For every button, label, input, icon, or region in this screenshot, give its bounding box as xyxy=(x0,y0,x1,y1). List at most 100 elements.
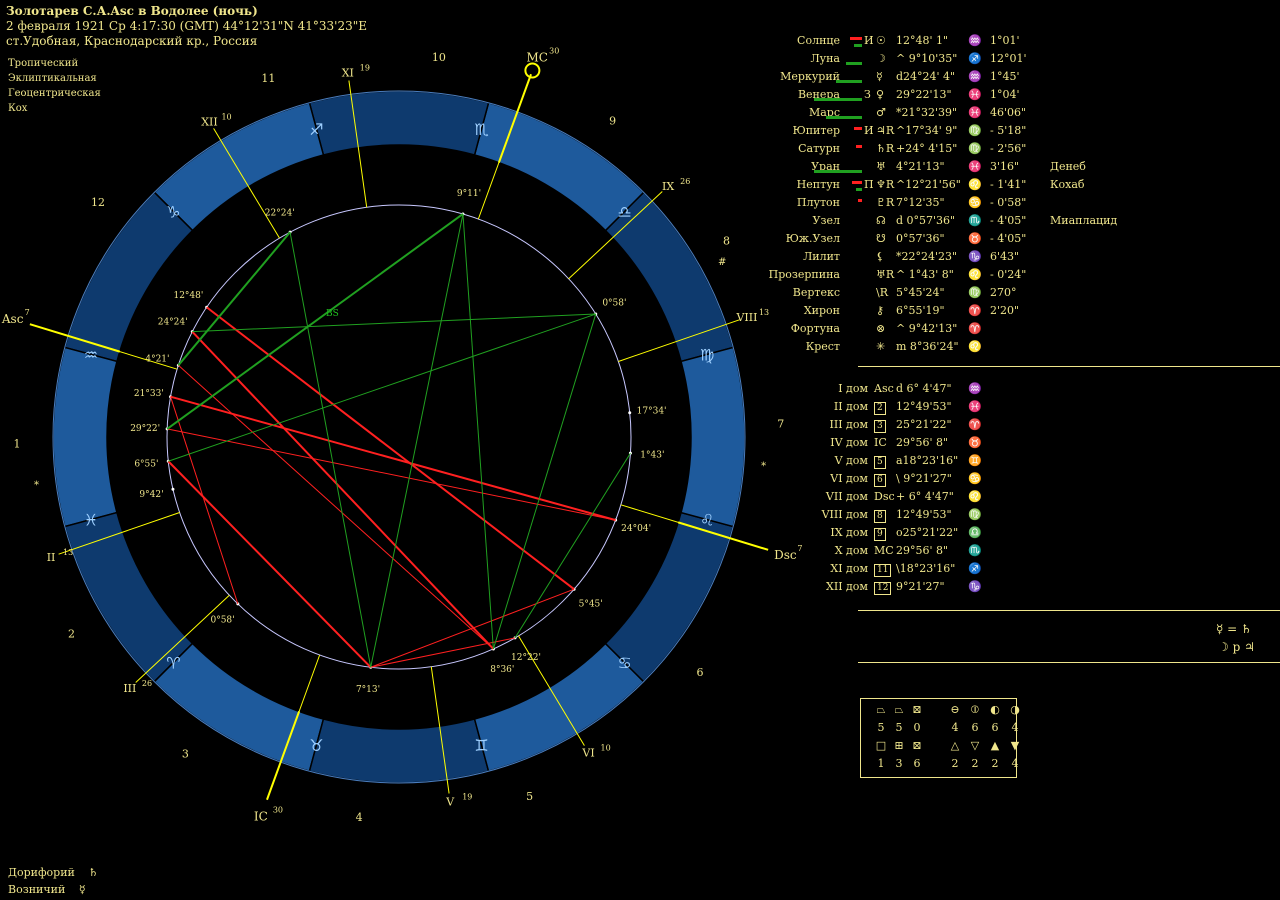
planet-flag: П xyxy=(864,178,874,191)
planet-flag: И xyxy=(864,124,874,137)
house-row[interactable]: III дом 3 25°21'22" ♈ xyxy=(700,418,1000,436)
house-row[interactable]: I дом Asc d 6° 4'47" ♒ xyxy=(700,382,1000,400)
double-trapezoid-icon: ⏢ xyxy=(894,703,904,716)
zodiac-sector xyxy=(308,718,490,784)
divider-line xyxy=(858,662,1280,663)
fixed-star: Денеб xyxy=(1050,160,1086,173)
house-cusp-position: + 6° 4'47" xyxy=(896,490,954,503)
planet-row[interactable]: Прозерпина ♅R ^ 1°43' 8" ♌ - 0'24" xyxy=(700,268,1120,286)
planet-degree-label: 17°34' xyxy=(637,406,667,416)
aspect-line-red xyxy=(178,364,494,650)
planet-row[interactable]: Нептун П ♆R ^12°21'56" ♌ - 1'41" Кохаб xyxy=(700,178,1120,196)
house-row[interactable]: VII дом Dsc + 6° 4'47" ♌ xyxy=(700,490,1000,508)
house-row[interactable]: XI дом 11 \18°23'16" ♐ xyxy=(700,562,1000,580)
zodiac-sign-icon: ♏ xyxy=(968,214,982,227)
house-row[interactable]: XII дом 12 9°21'27" ♑ xyxy=(700,580,1000,598)
planet-degree-label: 24°04' xyxy=(621,524,651,534)
planet-degree-label: 9°11' xyxy=(457,189,481,199)
planet-glyph-icon: ♅R xyxy=(876,268,895,281)
house-number: 1 xyxy=(14,438,21,451)
house-name: VI дом xyxy=(830,472,868,485)
house-name: V дом xyxy=(834,454,868,467)
house-row[interactable]: IX дом 9 o25°21'22" ♎ xyxy=(700,526,1000,544)
house-name: II дом xyxy=(833,400,868,413)
zodiac-glyph-icon: ♒ xyxy=(84,345,98,364)
aspect-line-green xyxy=(192,313,596,333)
house-cusp-position: d 6° 4'47" xyxy=(896,382,952,395)
zodiac-sign-icon: ♓ xyxy=(968,106,982,119)
cusp-degree: 10 xyxy=(601,743,611,752)
planet-row[interactable]: Сатурн ♄R +24° 4'15" ♍ - 2'56" xyxy=(700,142,1120,160)
house-name: I дом xyxy=(838,382,868,395)
planet-speed: - 4'05" xyxy=(990,232,1027,245)
saturn-icon: ♄ xyxy=(88,866,99,879)
planet-position: 6°55'19" xyxy=(896,304,945,317)
planet-row[interactable]: Вертекс \R 5°45'24" ♍ 270° xyxy=(700,286,1120,304)
planet-position: d 0°57'36" xyxy=(896,214,956,227)
planet-name: Прозерпина xyxy=(768,268,840,281)
house-row[interactable]: VIII дом 8 12°49'53" ♍ xyxy=(700,508,1000,526)
house-name: X дом xyxy=(834,544,868,557)
planet-speed: 12°01' xyxy=(990,52,1027,65)
planet-row[interactable]: Юж.Узел ☋ 0°57'36" ♉ - 4'05" xyxy=(700,232,1120,250)
planet-row[interactable]: Меркурий ☿ d24°24' 4" ♒ 1°45' xyxy=(700,70,1120,88)
house-name: III дом xyxy=(829,418,868,431)
house-cusp-position: 9°21'27" xyxy=(896,580,945,593)
house-row[interactable]: V дом 5 a18°23'16" ♊ xyxy=(700,454,1000,472)
house-cusp-position: \ 9°21'27" xyxy=(896,472,952,485)
planet-row[interactable]: Венера З ♀ 29°22'13" ♓ 1°04' xyxy=(700,88,1120,106)
planet-row[interactable]: Уран ♅ 4°21'13" ♓ 3'16" Денеб xyxy=(700,160,1120,178)
axis-label: MC xyxy=(526,50,547,64)
zodiac-sign-icon: ♌ xyxy=(968,268,982,281)
stat-value: 6 xyxy=(971,721,979,734)
planet-weakness-bar xyxy=(854,127,862,130)
box-triangle-icon: ⊠ xyxy=(912,703,922,716)
stat-value: 0 xyxy=(913,721,921,734)
house-cusp-position: 29°56' 8" xyxy=(896,436,949,449)
planet-degree-label: 7°13' xyxy=(356,685,380,695)
house-cusp-position: 29°56' 8" xyxy=(896,544,949,557)
house-name: VIII дом xyxy=(821,508,868,521)
footer-doryphory: Дорифорий ♄ xyxy=(8,866,98,879)
planet-flag: И xyxy=(864,34,874,47)
planet-row[interactable]: Марс ♂ *21°32'39" ♓ 46'06" xyxy=(700,106,1120,124)
planet-glyph-icon: ♀ xyxy=(876,88,885,101)
stat-value: 4 xyxy=(1011,757,1019,770)
planet-name: Крест xyxy=(805,340,840,353)
planet-position: 0°57'36" xyxy=(896,232,945,245)
planet-row[interactable]: Фортуна ⊗ ^ 9°42'13" ♈ xyxy=(700,322,1120,340)
planet-name: Луна xyxy=(810,52,840,65)
zodiac-sign-icon: ♐ xyxy=(968,562,982,575)
house-row[interactable]: VI дом 6 \ 9°21'27" ♋ xyxy=(700,472,1000,490)
house-row[interactable]: II дом 2 12°49'53" ♓ xyxy=(700,400,1000,418)
aspect-note: ☿ = ♄ xyxy=(1216,622,1252,636)
planet-row[interactable]: Крест ✳ m 8°36'24" ♌ xyxy=(700,340,1120,358)
planet-row[interactable]: Солнце И ☉ 12°48' 1" ♒ 1°01' xyxy=(700,34,1120,52)
house-row[interactable]: X дом MC 29°56' 8" ♏ xyxy=(700,544,1000,562)
house-row[interactable]: IV дом IC 29°56' 8" ♉ xyxy=(700,436,1000,454)
planet-speed: - 4'05" xyxy=(990,214,1027,227)
half-circle-h-icon: ⊖ xyxy=(950,703,960,716)
planet-speed: - 2'56" xyxy=(990,142,1027,155)
axis-degree: 30 xyxy=(273,806,283,815)
planet-row[interactable]: Плутон ♇R 7°12'35" ♋ - 0'58" xyxy=(700,196,1120,214)
house-glyph-icon: 5 xyxy=(874,456,886,469)
planet-row[interactable]: Хирон ⚷ 6°55'19" ♈ 2'20" xyxy=(700,304,1120,322)
axis-label: Asc xyxy=(1,312,24,326)
planet-degree-label: 12°48' xyxy=(173,291,203,301)
planet-row[interactable]: Луна ☽ ^ 9°10'35" ♐ 12°01' xyxy=(700,52,1120,70)
zodiac-sign-icon: ♒ xyxy=(968,70,982,83)
cusp-label: II xyxy=(47,551,56,564)
half-circle-l-icon: ◑ xyxy=(1010,703,1020,716)
footer-label: Возничий xyxy=(8,883,66,896)
planet-glyph-icon: \R xyxy=(876,286,888,299)
axis-degree: 30 xyxy=(549,46,559,55)
cusp-degree: 26 xyxy=(142,679,152,688)
zodiac-sign-icon: ♐ xyxy=(968,52,982,65)
planet-row[interactable]: Юпитер И ♃R ^17°34' 9" ♍ - 5'18" xyxy=(700,124,1120,142)
zodiac-sign-icon: ♍ xyxy=(968,508,982,521)
planet-row[interactable]: Узел ☊ d 0°57'36" ♏ - 4'05" Миаплацид xyxy=(700,214,1120,232)
planet-name: Меркурий xyxy=(780,70,840,83)
zodiac-sign-icon: ♈ xyxy=(968,322,982,335)
planet-row[interactable]: Лилит ⚸ *22°24'23" ♑ 6'43" xyxy=(700,250,1120,268)
